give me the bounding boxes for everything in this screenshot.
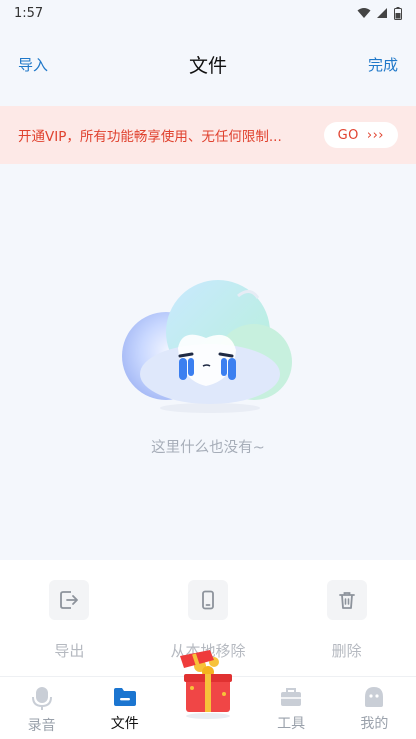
gift-box-icon <box>180 650 232 719</box>
tab-files-label: 文件 <box>110 716 139 732</box>
battery-icon <box>394 6 402 20</box>
delete-label: 删除 <box>331 642 362 660</box>
tab-profile[interactable]: 我的 <box>339 685 409 733</box>
vip-banner[interactable]: 开通VIP，所有功能畅享使用、无任何限制... GO ››› <box>0 106 416 164</box>
export-button[interactable]: 导出 <box>9 580 129 661</box>
status-icons <box>357 6 402 20</box>
export-label: 导出 <box>54 642 85 660</box>
signal-icon <box>377 8 387 18</box>
import-button[interactable]: 导入 <box>18 54 48 75</box>
tab-recording[interactable]: 录音 <box>7 685 77 735</box>
toolbox-icon <box>281 688 302 706</box>
tab-files[interactable]: 文件 <box>90 685 160 733</box>
nav-bar: 导入 文件 完成 <box>0 40 416 88</box>
file-list-empty-area: 这里什么也没有~ <box>0 164 416 560</box>
tab-recording-label: 录音 <box>27 718 56 734</box>
tab-tools-label: 工具 <box>277 716 306 732</box>
microphone-icon <box>31 687 52 710</box>
status-bar: 1:57 <box>0 0 416 26</box>
empty-state-message: 这里什么也没有~ <box>151 440 265 456</box>
trash-icon <box>326 580 367 620</box>
vip-banner-text: 开通VIP，所有功能畅享使用、无任何限制... <box>18 129 282 145</box>
vip-go-label: GO <box>337 127 359 143</box>
tab-profile-label: 我的 <box>360 716 389 732</box>
profile-icon <box>365 687 384 707</box>
done-button[interactable]: 完成 <box>368 54 398 75</box>
vip-go-arrows: ››› <box>366 127 384 143</box>
gift-box-button[interactable] <box>170 646 246 722</box>
crying-cloud-illustration <box>118 276 298 416</box>
delete-button[interactable]: 删除 <box>287 580 407 661</box>
wifi-icon <box>357 8 371 18</box>
vip-go-button[interactable]: GO ››› <box>323 122 398 148</box>
phone-remove-icon <box>187 580 228 620</box>
status-time: 1:57 <box>14 5 44 21</box>
export-icon <box>49 580 90 620</box>
page-title: 文件 <box>188 54 227 77</box>
folder-icon <box>113 688 136 706</box>
tab-tools[interactable]: 工具 <box>256 685 326 733</box>
